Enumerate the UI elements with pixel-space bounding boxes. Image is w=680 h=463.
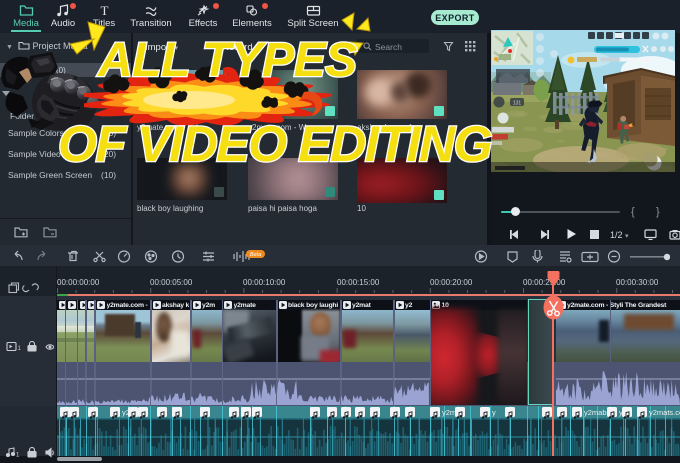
svg-text:Beta: Beta	[250, 252, 261, 258]
svg-text:131: 131	[513, 101, 522, 107]
svg-text:1: 1	[16, 453, 20, 459]
svg-text:1: 1	[18, 346, 22, 352]
